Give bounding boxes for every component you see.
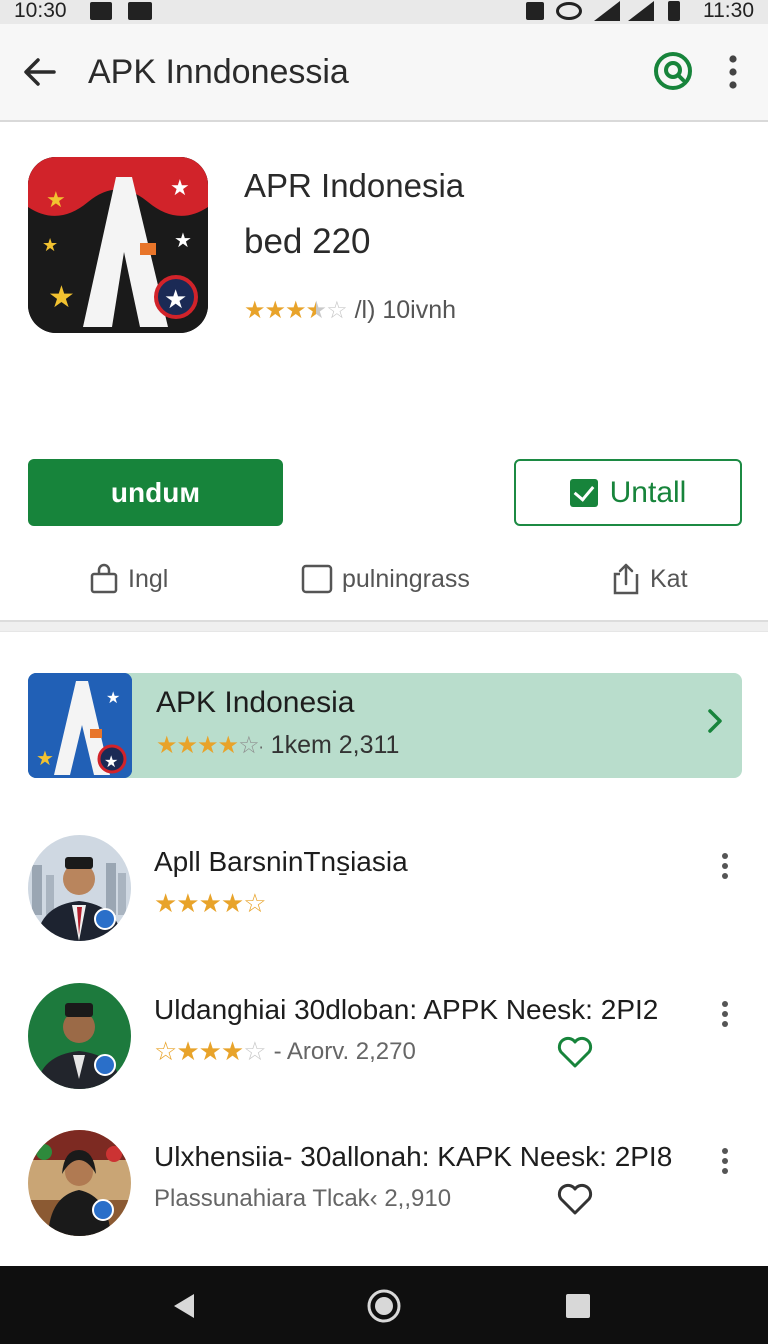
avatar <box>28 1130 131 1236</box>
heart-icon[interactable] <box>556 1182 594 1216</box>
navigation-bar <box>0 1266 768 1344</box>
action-label: Ingl <box>128 564 169 593</box>
rating-stars: ★★★★☆ <box>154 889 267 919</box>
action-label: Kat <box>650 564 688 593</box>
status-bar: 10:30 11:30 <box>0 0 768 24</box>
avatar <box>28 835 131 941</box>
arrow-back-icon <box>24 58 56 86</box>
action-kat[interactable]: Kat <box>610 560 688 598</box>
vibrate-icon <box>526 2 544 20</box>
checkbox-icon <box>569 478 598 507</box>
app-icon: ★ ★ ★ ★ ★ ★ <box>28 157 208 333</box>
wifi-icon <box>556 2 582 20</box>
account-icon <box>654 52 692 90</box>
rating-text: /l) 10ivnh <box>354 295 457 324</box>
list-item-title: Apll BarsninTns̱iasia <box>154 846 408 877</box>
svg-text:★: ★ <box>104 752 118 771</box>
svg-text:★: ★ <box>48 280 75 315</box>
list-item-meta: Plassunahiara Tlcak‹ 2,,910 <box>154 1185 452 1212</box>
share-icon <box>613 563 639 595</box>
more-options-button[interactable] <box>716 50 750 94</box>
svg-text:★: ★ <box>42 235 58 256</box>
list-item[interactable]: Apll BarsninTns̱iasia ★★★★☆ <box>0 835 768 955</box>
bag-icon <box>90 563 118 594</box>
signal-icon <box>628 1 654 21</box>
status-time-right: 11:30 <box>703 0 754 22</box>
svg-text:★: ★ <box>46 188 66 213</box>
list-item-title: Uldanghiai 30dloban: APPK Neesk: 2PI2 <box>154 994 659 1025</box>
download-button[interactable]: unduм <box>28 459 283 526</box>
action-label: pulningrass <box>342 564 470 593</box>
nav-home-icon[interactable] <box>362 1284 406 1328</box>
account-button[interactable] <box>652 50 694 92</box>
featured-app-card[interactable]: ★ ★ ★ APK Indonesia ★★★★☆· 1kem 2,311 <box>28 673 742 778</box>
avatar <box>28 983 131 1089</box>
notification-icon <box>128 2 152 20</box>
list-item[interactable]: Ulxhensiia- 30allonah: KAPK Neesk: 2PI8 … <box>0 1130 768 1250</box>
rating-text: - Arorv. 2,270 <box>273 1038 416 1065</box>
list-item[interactable]: Uldanghiai 30dloban: APPK Neesk: 2PI2 ☆★… <box>0 983 768 1103</box>
rating-stars: ★★★★☆ <box>244 296 348 324</box>
nav-recents-icon[interactable] <box>556 1284 600 1328</box>
more-vert-icon[interactable] <box>712 849 738 883</box>
rating-stars: ★★★★☆· <box>156 731 264 759</box>
list-item-subtitle: Plassunahiara Tlcak‹ 2,,910 <box>154 1182 451 1216</box>
more-vert-icon[interactable] <box>712 1144 738 1178</box>
action-pulningrass[interactable]: pulningrass <box>300 560 470 598</box>
list-item-rating: ★★★★☆ <box>154 887 267 921</box>
status-time-left: 10:30 <box>14 0 67 22</box>
install-button[interactable]: Untall <box>514 459 742 526</box>
battery-icon <box>668 1 680 21</box>
back-button[interactable] <box>18 50 62 94</box>
svg-text:★: ★ <box>170 176 190 201</box>
section-divider <box>0 620 768 632</box>
app-rating: ★★★★☆ /l) 10ivnh <box>244 292 456 328</box>
heart-icon[interactable] <box>556 1035 594 1069</box>
signal-icon <box>594 1 620 21</box>
more-vert-icon <box>729 55 737 89</box>
notification-icon <box>90 2 112 20</box>
svg-text:★: ★ <box>174 228 192 252</box>
app-bar: APK Inndonessia <box>0 24 768 122</box>
app-subtitle: bed 220 <box>244 222 371 261</box>
featured-app-icon: ★ ★ ★ <box>28 673 132 778</box>
app-name: APR Indonesia <box>244 167 465 204</box>
page-title: APK Inndonessia <box>88 53 349 91</box>
rating-stars: ☆★★★☆ <box>154 1037 267 1067</box>
svg-text:★: ★ <box>36 746 54 770</box>
nav-back-icon[interactable] <box>162 1284 206 1328</box>
checkbox-outline-icon <box>301 564 333 594</box>
more-vert-icon[interactable] <box>712 997 738 1031</box>
install-button-label: Untall <box>609 475 687 509</box>
featured-app-rating: ★★★★☆· 1kem 2,311 <box>156 729 399 761</box>
svg-text:★: ★ <box>164 285 187 315</box>
rating-text: 1kem 2,311 <box>270 730 400 759</box>
svg-text:★: ★ <box>106 688 120 707</box>
action-ingl[interactable]: Ingl <box>88 560 168 598</box>
featured-app-title: APK Indonesia <box>156 686 355 719</box>
list-item-rating: ☆★★★☆ - Arorv. 2,270 <box>154 1035 416 1069</box>
chevron-right-icon <box>708 709 722 733</box>
list-item-title: Ulxhensiia- 30allonah: KAPK Neesk: 2PI8 <box>154 1141 673 1172</box>
